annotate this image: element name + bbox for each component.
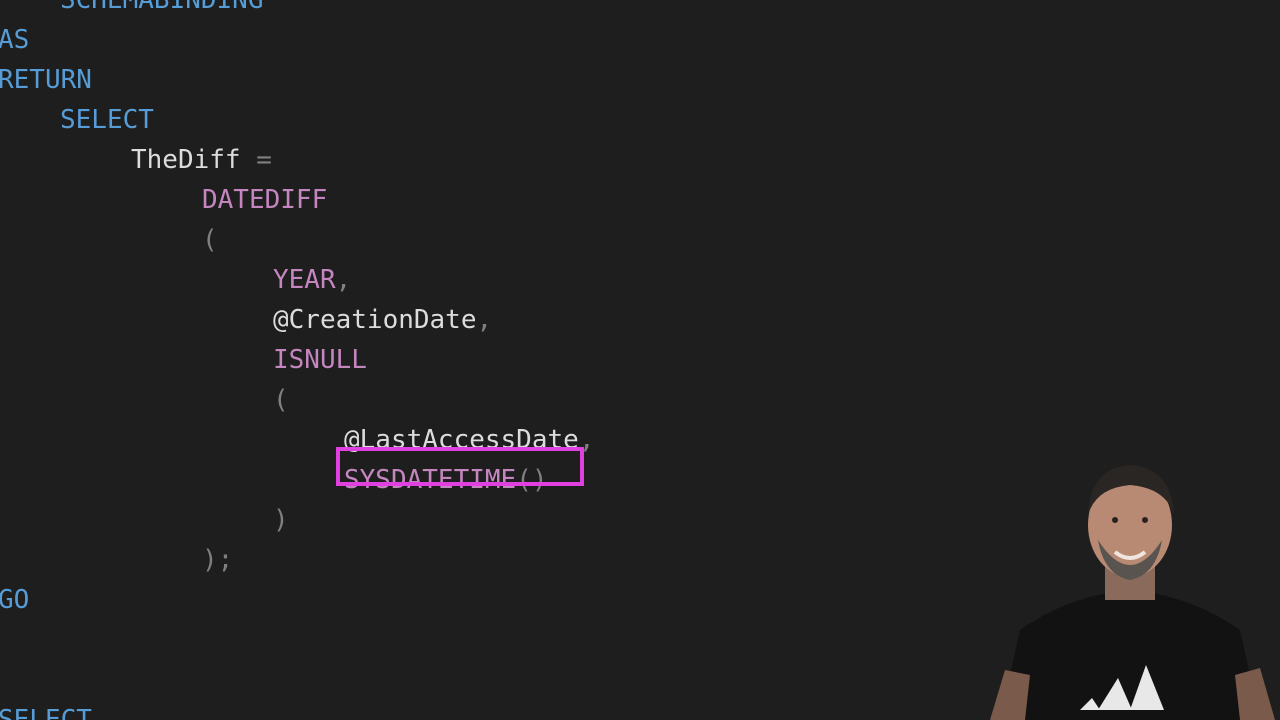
code-token: ,: [335, 265, 352, 295]
code-line[interactable]: );: [202, 540, 233, 580]
presenter-webcam: [990, 465, 1275, 720]
video-frame: SCHEMABINDING AS RETURN SELECT TheDiff = DATE…: [0, 0, 1280, 720]
code-token: =: [240, 145, 272, 175]
code-line[interactable]: (: [202, 220, 218, 260]
code-token: );: [202, 545, 234, 575]
code-line[interactable]: (: [273, 380, 289, 420]
code-line[interactable]: GO: [0, 580, 29, 620]
code-token: (: [202, 225, 218, 255]
code-token: TheDiff: [131, 145, 241, 175]
highlight-box: [336, 447, 584, 486]
presenter-left-arm: [990, 670, 1030, 720]
code-token: AS: [0, 25, 30, 55]
code-token: YEAR: [273, 265, 336, 295]
presenter-shirt: [1000, 590, 1260, 720]
code-token: ,: [476, 305, 493, 335]
code-line[interactable]: YEAR,: [273, 260, 351, 300]
code-line[interactable]: ): [273, 500, 289, 540]
code-line[interactable]: TheDiff =: [131, 140, 272, 180]
code-line[interactable]: SELECT: [0, 700, 92, 720]
code-line[interactable]: @CreationDate,: [273, 300, 492, 340]
code-token: ): [273, 505, 289, 535]
code-token: ISNULL: [273, 345, 367, 375]
code-token: @CreationDate: [273, 305, 477, 335]
code-token: SCHEMABINDING: [60, 0, 264, 15]
code-token: (: [273, 385, 289, 415]
code-token: GO: [0, 585, 30, 615]
code-line[interactable]: SCHEMABINDING: [60, 0, 264, 20]
code-line[interactable]: AS: [0, 20, 29, 60]
code-line[interactable]: DATEDIFF: [202, 180, 327, 220]
presenter-left-eye: [1112, 517, 1118, 523]
presenter-right-arm: [1235, 668, 1275, 720]
code-token: SELECT: [0, 705, 92, 720]
code-token: RETURN: [0, 65, 92, 95]
presenter-right-eye: [1142, 517, 1148, 523]
code-line[interactable]: RETURN: [0, 60, 92, 100]
code-line[interactable]: ISNULL: [273, 340, 367, 380]
code-token: SELECT: [60, 105, 154, 135]
code-token: DATEDIFF: [202, 185, 328, 215]
code-line[interactable]: SELECT: [60, 100, 154, 140]
